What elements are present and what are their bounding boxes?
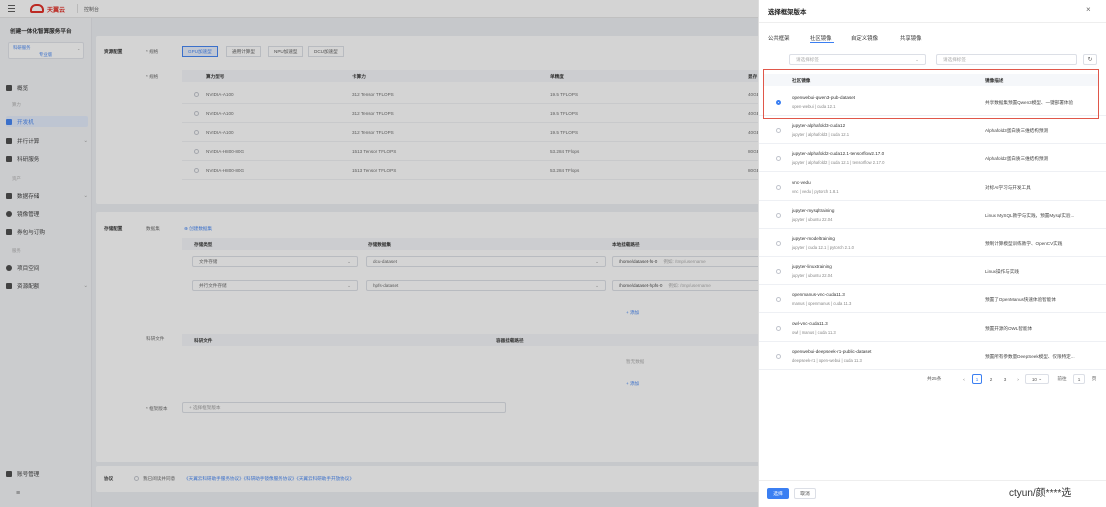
chevron-down-icon: ⌄ bbox=[915, 56, 919, 62]
image-name: jupyter-alphafold3-cuda12 bbox=[792, 123, 846, 129]
image-row[interactable]: jupyter-alphafold2-cuda12.1-tensorflow2.… bbox=[759, 144, 1106, 173]
image-row[interactable]: openmanus-vnc-cuda11.3 manus | openmanus … bbox=[759, 285, 1106, 314]
image-tags: jupyter | alphafold3 | cuda 12.1 bbox=[792, 132, 850, 138]
image-tags: jupyter | cuda 12.1 | pytorch 2.1.0 bbox=[792, 245, 855, 250]
page-3[interactable]: 3 bbox=[1000, 374, 1010, 384]
image-name: jupyter-linuxtraining bbox=[792, 264, 832, 270]
image-row[interactable]: jupyter-linuxtraining jupyter | ubuntu 22… bbox=[759, 257, 1106, 286]
select-image-drawer: 选择框架版本 × 公共框架 社区镜像 自定义镜像 共享镜像 请选择标签 ⌄ 请选择… bbox=[758, 0, 1106, 507]
image-radio[interactable] bbox=[776, 353, 781, 359]
tab-community[interactable]: 社区镜像 bbox=[810, 34, 832, 42]
tab-shared[interactable]: 共享镜像 bbox=[900, 34, 922, 42]
image-tags: deepseek-r1 | open-webui | cuda 11.3 bbox=[792, 357, 862, 363]
goto-suffix: 页 bbox=[1091, 376, 1097, 381]
watermark: ctyun/颜****选 bbox=[1009, 488, 1072, 499]
pagination-total: 共25条 bbox=[927, 376, 942, 381]
refresh-button[interactable]: ↻ bbox=[1083, 54, 1097, 65]
image-radio[interactable] bbox=[776, 212, 781, 218]
tab-custom[interactable]: 自定义镜像 bbox=[851, 34, 878, 42]
cancel-button[interactable]: 取消 bbox=[794, 488, 816, 499]
image-radio[interactable] bbox=[776, 325, 781, 331]
image-name: openwebui-deepseek-r1-public-dataset bbox=[792, 348, 872, 354]
image-name: jupyter-alphafold2-cuda12.1-tensorflow2.… bbox=[792, 151, 885, 157]
page-1[interactable]: 1 bbox=[972, 374, 982, 384]
image-radio[interactable] bbox=[776, 241, 781, 246]
image-tags: manus | openmanus | cuda 11.3 bbox=[792, 301, 852, 307]
image-radio[interactable] bbox=[776, 184, 781, 190]
divider bbox=[759, 480, 1106, 481]
image-name: vnc-vedu bbox=[792, 179, 811, 185]
image-tags: jupyter | ubuntu 22.04 bbox=[792, 216, 833, 222]
image-desc: 预制计算模型训练教学、OpenCV实践 bbox=[985, 241, 1063, 246]
image-tags: vnc | vedu | pytorch 1.8.1 bbox=[792, 188, 839, 194]
image-desc: 预置所有参数量DeepSeek模型、仅限特定... bbox=[985, 353, 1075, 359]
image-desc: Linux MySQL教学与实践，预置Mysql实验... bbox=[985, 212, 1075, 218]
goto-label: 前往 bbox=[1057, 376, 1067, 381]
overlay-mask[interactable] bbox=[0, 0, 758, 507]
image-radio[interactable] bbox=[776, 269, 781, 275]
tag-filter-select[interactable]: 请选择标签 ⌄ bbox=[789, 54, 926, 65]
refresh-icon: ↻ bbox=[1087, 57, 1093, 63]
confirm-button[interactable]: 选择 bbox=[767, 488, 789, 499]
image-radio[interactable] bbox=[776, 128, 781, 134]
image-row[interactable]: vnc-vedu vnc | vedu | pytorch 1.8.1 对标AI学习… bbox=[759, 173, 1106, 201]
image-desc: 预置开源的OWL智能体 bbox=[985, 325, 1033, 331]
prev-page-icon[interactable]: ‹ bbox=[959, 374, 969, 384]
close-icon[interactable]: × bbox=[1086, 5, 1091, 14]
image-desc: Linux操作与实践 bbox=[985, 269, 1019, 275]
image-desc: Alphafold3蛋白质三维结构预测 bbox=[985, 128, 1049, 134]
image-name: openmanus-vnc-cuda11.3 bbox=[792, 292, 845, 298]
active-tab-indicator bbox=[810, 42, 834, 43]
image-name: owl-vnc-cuda11.3 bbox=[792, 320, 828, 326]
image-name: jupyter-mysqltraining bbox=[792, 207, 835, 213]
image-row[interactable]: jupyter-modeltraining jupyter | cuda 12.1… bbox=[759, 229, 1106, 257]
image-name: jupyter-modeltraining bbox=[792, 236, 835, 241]
tab-public[interactable]: 公共框架 bbox=[768, 34, 790, 42]
divider bbox=[759, 22, 1106, 23]
page-2[interactable]: 2 bbox=[986, 374, 996, 384]
image-row[interactable]: openwebui-deepseek-r1-public-dataset deep… bbox=[759, 342, 1106, 370]
image-tags: jupyter | ubuntu 22.04 bbox=[792, 273, 833, 279]
image-desc: 对标AI学习与开发工具 bbox=[985, 184, 1031, 190]
image-radio[interactable] bbox=[776, 156, 781, 162]
image-row[interactable]: jupyter-alphafold3-cuda12 jupyter | alpha… bbox=[759, 116, 1106, 145]
image-row[interactable]: jupyter-mysqltraining jupyter | ubuntu 22… bbox=[759, 201, 1106, 229]
image-tags: owl | manus | cuda 11.3 bbox=[792, 329, 836, 335]
image-desc: 预置了OpenManus快速体验智能体 bbox=[985, 297, 1056, 303]
image-desc: Alphafold2蛋白质三维结构预测 bbox=[985, 156, 1049, 162]
search-input[interactable]: 请选择标签 bbox=[936, 54, 1077, 65]
selected-row-highlight bbox=[763, 69, 1099, 119]
image-row[interactable]: owl-vnc-cuda11.3 owl | manus | cuda 11.3 预… bbox=[759, 314, 1106, 342]
image-tags: jupyter | alphafold2 | cuda 12.1 | tenso… bbox=[792, 160, 885, 166]
drawer-title: 选择框架版本 bbox=[768, 9, 807, 16]
page-size-select[interactable]: 10 ⌄ bbox=[1025, 374, 1049, 384]
image-radio[interactable] bbox=[776, 297, 781, 303]
goto-input[interactable]: 1 bbox=[1073, 374, 1085, 384]
next-page-icon[interactable]: › bbox=[1013, 374, 1023, 384]
